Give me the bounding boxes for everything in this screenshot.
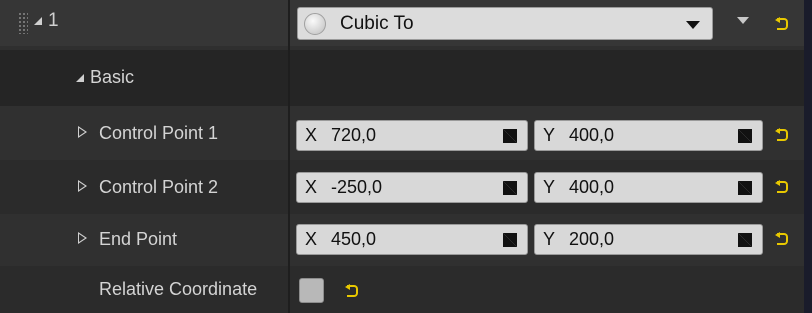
element-index: 1 — [48, 10, 59, 31]
dropdown-arrow-icon — [686, 21, 700, 29]
collapse-triangle-icon[interactable] — [34, 17, 42, 25]
segment-type-icon — [304, 13, 326, 35]
drag-handle-icon[interactable] — [18, 12, 28, 34]
end-point-y-field[interactable]: Y 200,0 — [534, 224, 763, 255]
control-point-1-y-field[interactable]: Y 400,0 — [534, 120, 763, 151]
x-value: -250,0 — [331, 177, 383, 197]
control-point-1-x-field[interactable]: X 720,0 — [296, 120, 528, 151]
drag-value-icon[interactable] — [738, 129, 752, 143]
relative-coordinate-label: Relative Coordinate — [99, 279, 258, 299]
control-point-2-x-field[interactable]: X -250,0 — [296, 172, 528, 203]
reset-to-default-icon[interactable] — [775, 232, 789, 245]
reset-to-default-icon[interactable] — [775, 128, 789, 141]
y-value: 400,0 — [569, 177, 615, 197]
y-axis-label: Y — [543, 177, 556, 197]
segment-type-value: Cubic To — [340, 13, 414, 34]
drag-value-icon[interactable] — [503, 181, 517, 195]
x-axis-label: X — [305, 229, 318, 249]
y-value: 200,0 — [569, 229, 615, 249]
array-element-header[interactable]: 1 — [34, 10, 59, 32]
property-row-control-point-1: Control Point 1 X 720,0 Y 400,0 — [0, 106, 804, 160]
y-value: 400,0 — [569, 125, 615, 145]
drag-value-icon[interactable] — [738, 233, 752, 247]
drag-value-icon[interactable] — [738, 181, 752, 195]
array-element-row: 1 Cubic To — [0, 0, 804, 46]
y-axis-label: Y — [543, 229, 556, 249]
segment-type-dropdown[interactable]: Cubic To — [297, 7, 713, 40]
column-splitter[interactable] — [288, 0, 290, 313]
property-row-relative-coordinate: Relative Coordinate — [0, 266, 804, 313]
basic-category-header[interactable]: Basic — [76, 67, 134, 88]
x-value: 450,0 — [331, 229, 377, 249]
reset-to-default-icon[interactable] — [775, 180, 789, 193]
basic-category-label: Basic — [90, 67, 135, 87]
details-panel: 1 Cubic To Basic Control Point 1 X 720,0… — [0, 0, 804, 313]
property-row-end-point: End Point X 450,0 Y 200,0 — [0, 214, 804, 266]
panel-border — [804, 0, 812, 313]
collapse-triangle-icon — [76, 73, 84, 82]
expand-triangle-icon[interactable] — [78, 232, 87, 244]
y-axis-label: Y — [543, 125, 556, 145]
x-axis-label: X — [305, 177, 318, 197]
relative-coordinate-checkbox[interactable] — [299, 278, 324, 303]
end-point-label: End Point — [99, 229, 178, 249]
element-options-arrow-icon[interactable] — [737, 17, 749, 24]
control-point-1-label: Control Point 1 — [99, 123, 219, 143]
drag-value-icon[interactable] — [503, 129, 517, 143]
reset-to-default-icon[interactable] — [345, 284, 359, 297]
reset-to-default-icon[interactable] — [775, 17, 789, 30]
control-point-2-label: Control Point 2 — [99, 177, 219, 197]
x-value: 720,0 — [331, 125, 377, 145]
expand-triangle-icon[interactable] — [78, 126, 87, 138]
basic-category-row[interactable]: Basic — [0, 50, 804, 106]
expand-triangle-icon[interactable] — [78, 180, 87, 192]
drag-value-icon[interactable] — [503, 233, 517, 247]
x-axis-label: X — [305, 125, 318, 145]
property-row-control-point-2: Control Point 2 X -250,0 Y 400,0 — [0, 160, 804, 214]
control-point-2-y-field[interactable]: Y 400,0 — [534, 172, 763, 203]
end-point-x-field[interactable]: X 450,0 — [296, 224, 528, 255]
